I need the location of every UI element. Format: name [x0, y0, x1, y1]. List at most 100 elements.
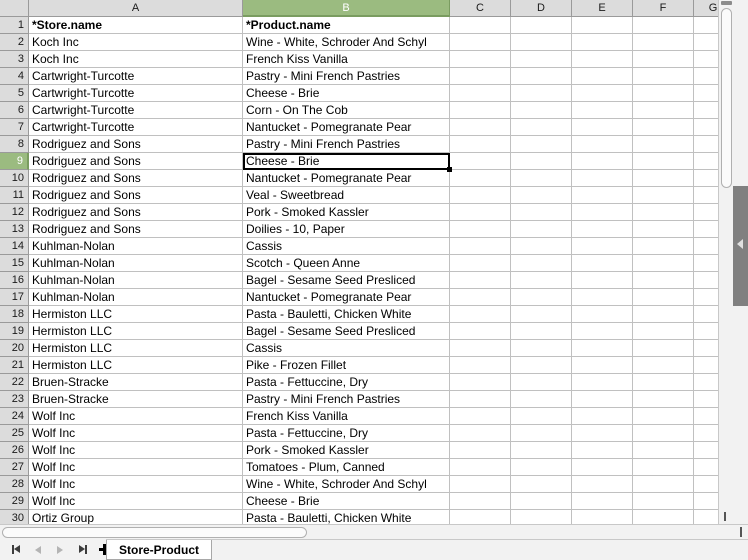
cell-F28[interactable] [633, 476, 694, 493]
cell-D11[interactable] [511, 187, 572, 204]
cell-A22[interactable]: Bruen-Stracke [29, 374, 243, 391]
cell-E17[interactable] [572, 289, 633, 306]
cell-A23[interactable]: Bruen-Stracke [29, 391, 243, 408]
cell-D4[interactable] [511, 68, 572, 85]
cell-B7[interactable]: Nantucket - Pomegranate Pear [243, 119, 450, 136]
cell-A17[interactable]: Kuhlman-Nolan [29, 289, 243, 306]
cell-D20[interactable] [511, 340, 572, 357]
row-header-25[interactable]: 25 [0, 425, 29, 442]
cell-C11[interactable] [450, 187, 511, 204]
cell-B27[interactable]: Tomatoes - Plum, Canned [243, 459, 450, 476]
cell-B4[interactable]: Pastry - Mini French Pastries [243, 68, 450, 85]
cell-B14[interactable]: Cassis [243, 238, 450, 255]
cell-F19[interactable] [633, 323, 694, 340]
column-header-c[interactable]: C [450, 0, 511, 17]
cell-B19[interactable]: Bagel - Sesame Seed Presliced [243, 323, 450, 340]
cell-D15[interactable] [511, 255, 572, 272]
cell-A24[interactable]: Wolf Inc [29, 408, 243, 425]
vertical-split-handle[interactable] [721, 1, 732, 5]
cell-C28[interactable] [450, 476, 511, 493]
cell-D24[interactable] [511, 408, 572, 425]
row-header-18[interactable]: 18 [0, 306, 29, 323]
cell-B1[interactable]: *Product.name [243, 17, 450, 34]
cell-F9[interactable] [633, 153, 694, 170]
cell-D22[interactable] [511, 374, 572, 391]
row-header-23[interactable]: 23 [0, 391, 29, 408]
cell-D7[interactable] [511, 119, 572, 136]
cell-E14[interactable] [572, 238, 633, 255]
cell-F2[interactable] [633, 34, 694, 51]
cell-A9[interactable]: Rodriguez and Sons [29, 153, 243, 170]
cell-F22[interactable] [633, 374, 694, 391]
cell-C20[interactable] [450, 340, 511, 357]
cell-E1[interactable] [572, 17, 633, 34]
row-header-14[interactable]: 14 [0, 238, 29, 255]
cell-C1[interactable] [450, 17, 511, 34]
row-header-8[interactable]: 8 [0, 136, 29, 153]
row-header-22[interactable]: 22 [0, 374, 29, 391]
cell-D2[interactable] [511, 34, 572, 51]
cell-B17[interactable]: Nantucket - Pomegranate Pear [243, 289, 450, 306]
cell-F1[interactable] [633, 17, 694, 34]
cell-A20[interactable]: Hermiston LLC [29, 340, 243, 357]
cell-E30[interactable] [572, 510, 633, 524]
cell-B16[interactable]: Bagel - Sesame Seed Presliced [243, 272, 450, 289]
cell-A26[interactable]: Wolf Inc [29, 442, 243, 459]
cell-E7[interactable] [572, 119, 633, 136]
cell-F6[interactable] [633, 102, 694, 119]
cell-D26[interactable] [511, 442, 572, 459]
row-header-column[interactable]: 1 2 3 4 5 6 7 8 9 10 11 12 13 14 15 16 17 18 19 20 21 22 23 24 2… [0, 17, 29, 524]
row-header-4[interactable]: 4 [0, 68, 29, 85]
cell-E6[interactable] [572, 102, 633, 119]
cell-D29[interactable] [511, 493, 572, 510]
cell-B5[interactable]: Cheese - Brie [243, 85, 450, 102]
cell-E10[interactable] [572, 170, 633, 187]
row-header-28[interactable]: 28 [0, 476, 29, 493]
cell-C15[interactable] [450, 255, 511, 272]
cell-F11[interactable] [633, 187, 694, 204]
cell-F4[interactable] [633, 68, 694, 85]
cell-D23[interactable] [511, 391, 572, 408]
cell-B12[interactable]: Pork - Smoked Kassler [243, 204, 450, 221]
cell-F20[interactable] [633, 340, 694, 357]
cell-E15[interactable] [572, 255, 633, 272]
vertical-scrollbar[interactable] [718, 0, 733, 524]
cell-E20[interactable] [572, 340, 633, 357]
first-sheet-button[interactable] [6, 540, 26, 559]
row-header-29[interactable]: 29 [0, 493, 29, 510]
fill-handle[interactable] [447, 167, 452, 172]
row-header-17[interactable]: 17 [0, 289, 29, 306]
cell-D6[interactable] [511, 102, 572, 119]
cell-E18[interactable] [572, 306, 633, 323]
cell-E9[interactable] [572, 153, 633, 170]
cell-A29[interactable]: Wolf Inc [29, 493, 243, 510]
cell-E2[interactable] [572, 34, 633, 51]
cell-F5[interactable] [633, 85, 694, 102]
row-header-3[interactable]: 3 [0, 51, 29, 68]
cell-D28[interactable] [511, 476, 572, 493]
cell-A3[interactable]: Koch Inc [29, 51, 243, 68]
row-header-20[interactable]: 20 [0, 340, 29, 357]
cell-C18[interactable] [450, 306, 511, 323]
cell-F8[interactable] [633, 136, 694, 153]
cell-B22[interactable]: Pasta - Fettuccine, Dry [243, 374, 450, 391]
cell-D19[interactable] [511, 323, 572, 340]
cell-A15[interactable]: Kuhlman-Nolan [29, 255, 243, 272]
cell-F18[interactable] [633, 306, 694, 323]
column-header-a[interactable]: A [29, 0, 243, 17]
cell-F15[interactable] [633, 255, 694, 272]
cell-D1[interactable] [511, 17, 572, 34]
cell-C9[interactable] [450, 153, 511, 170]
cell-E21[interactable] [572, 357, 633, 374]
select-all-corner[interactable] [0, 0, 29, 17]
cell-A27[interactable]: Wolf Inc [29, 459, 243, 476]
next-sheet-button[interactable] [50, 540, 70, 559]
cell-E25[interactable] [572, 425, 633, 442]
cell-E5[interactable] [572, 85, 633, 102]
cell-D18[interactable] [511, 306, 572, 323]
cell-E19[interactable] [572, 323, 633, 340]
cell-F24[interactable] [633, 408, 694, 425]
cell-B21[interactable]: Pike - Frozen Fillet [243, 357, 450, 374]
cell-A16[interactable]: Kuhlman-Nolan [29, 272, 243, 289]
cell-D21[interactable] [511, 357, 572, 374]
